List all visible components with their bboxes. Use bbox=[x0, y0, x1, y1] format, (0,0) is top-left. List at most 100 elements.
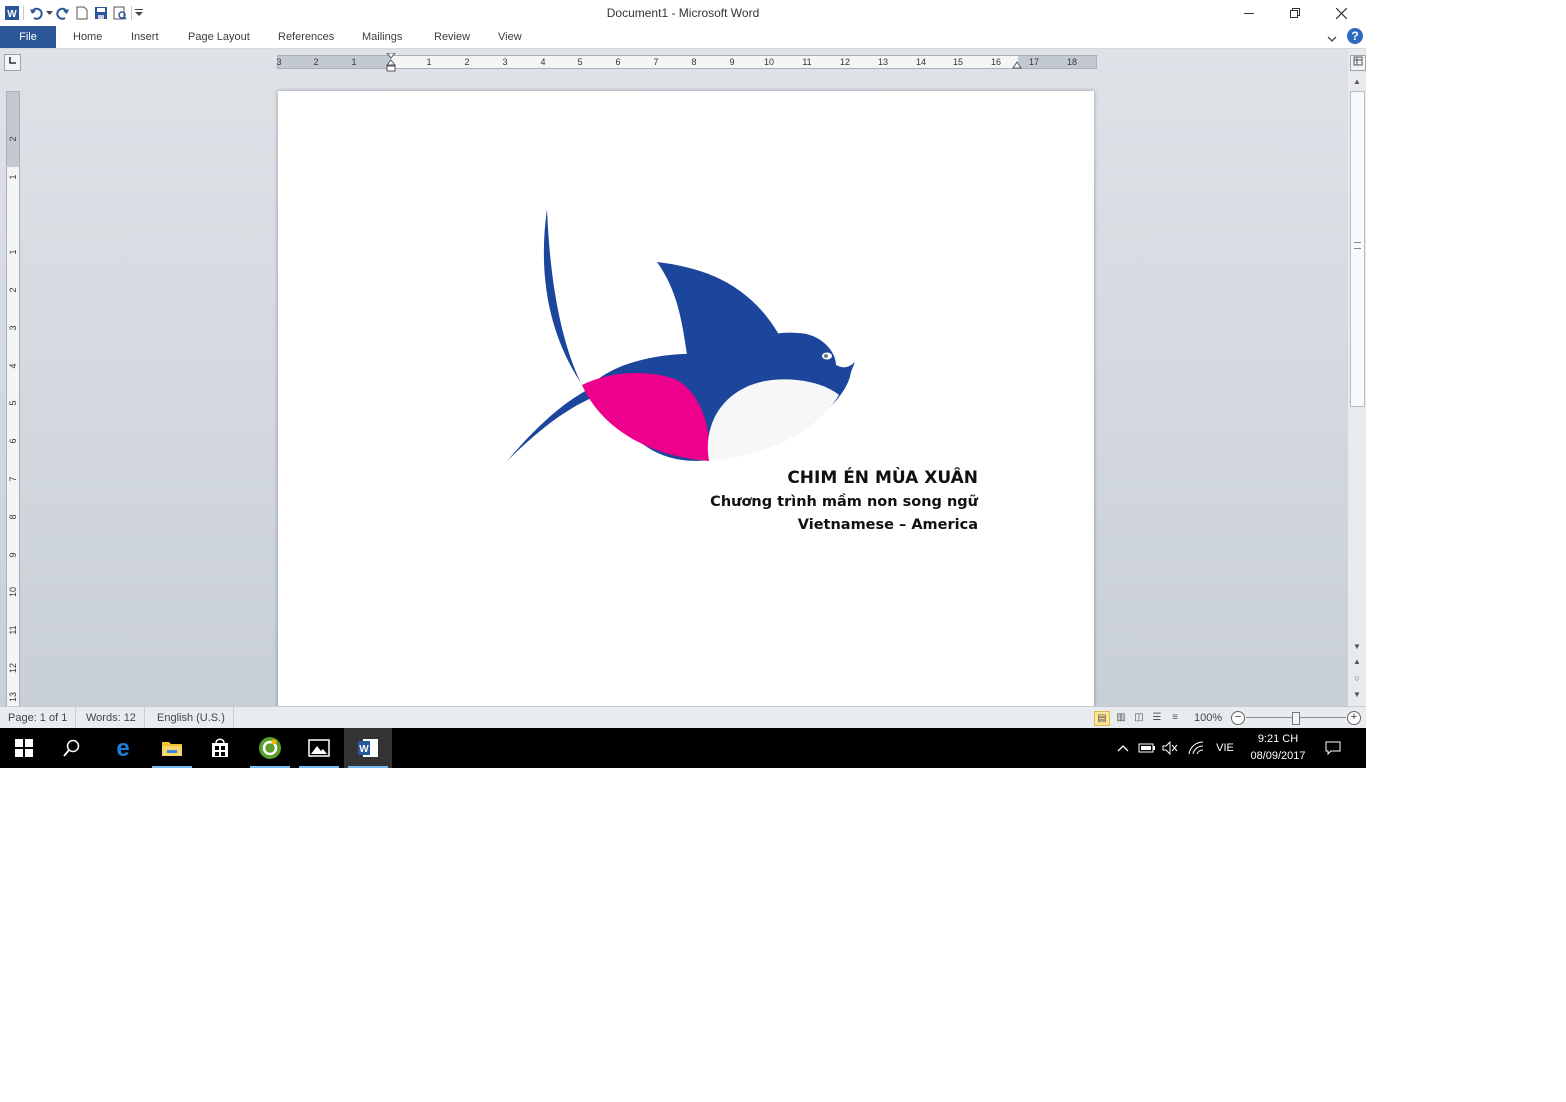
web-layout-icon[interactable]: ◫ bbox=[1132, 711, 1146, 724]
ruler-label: 18 bbox=[1066, 57, 1078, 67]
svg-text:e: e bbox=[116, 737, 129, 759]
zoom-out-icon[interactable]: − bbox=[1231, 711, 1245, 725]
full-screen-reading-icon[interactable]: ▥ bbox=[1114, 711, 1128, 724]
store-icon[interactable] bbox=[196, 728, 244, 768]
print-layout-icon[interactable]: ▤ bbox=[1094, 711, 1110, 726]
tab-mailings[interactable]: Mailings bbox=[362, 26, 402, 48]
minimize-button[interactable] bbox=[1226, 0, 1272, 26]
ruler-label: 1 bbox=[351, 57, 357, 67]
ruler-label: 13 bbox=[877, 57, 889, 67]
ruler-label: 16 bbox=[990, 57, 1002, 67]
doc-title-line[interactable]: CHIM ÉN MÙA XUÂN bbox=[787, 468, 978, 488]
wifi-icon[interactable] bbox=[1185, 728, 1207, 768]
logo-wing bbox=[657, 262, 782, 367]
zoom-level[interactable]: 100% bbox=[1194, 707, 1222, 729]
horizontal-ruler[interactable]: 3 2 1 1 2 3 4 5 6 7 8 9 10 11 12 13 14 1… bbox=[276, 52, 1097, 72]
clock-time: 9:21 CH bbox=[1257, 733, 1299, 745]
tab-selector-icon[interactable] bbox=[4, 54, 21, 71]
document-page[interactable]: CHIM ÉN MÙA XUÂN Chương trình mầm non so… bbox=[278, 91, 1094, 711]
restore-button[interactable] bbox=[1272, 0, 1318, 26]
zoom-slider-thumb[interactable] bbox=[1292, 712, 1300, 725]
show-hidden-icons-icon[interactable] bbox=[1114, 728, 1132, 768]
volume-muted-icon[interactable] bbox=[1160, 728, 1180, 768]
ribbon-tabs: File Home Insert Page Layout References … bbox=[0, 26, 1366, 49]
edge-icon[interactable]: e bbox=[99, 728, 147, 768]
doc-subtitle-line[interactable]: Chương trình mầm non song ngữ bbox=[710, 494, 978, 510]
scroll-down-icon[interactable]: ▼ bbox=[1348, 642, 1366, 651]
ruler-label: 3 bbox=[276, 57, 282, 67]
ruler-label: 8 bbox=[8, 514, 18, 520]
ruler-label: 1 bbox=[426, 57, 432, 67]
document-workarea: 3 2 1 1 2 3 4 5 6 7 8 9 10 11 12 13 14 1… bbox=[0, 49, 1366, 740]
ruler-label: 3 bbox=[502, 57, 508, 67]
ruler-label: 3 bbox=[8, 325, 18, 331]
scroll-thumb[interactable] bbox=[1350, 91, 1365, 407]
taskbar: e W VIE 9:21 CH 08/09/2017 bbox=[0, 728, 1366, 768]
tab-view[interactable]: View bbox=[498, 26, 522, 48]
action-center-icon[interactable] bbox=[1320, 728, 1346, 768]
previous-page-icon[interactable]: ▲ bbox=[1348, 657, 1366, 666]
tab-insert[interactable]: Insert bbox=[131, 26, 159, 48]
ruler-top-margin bbox=[7, 92, 19, 167]
expand-ribbon-icon[interactable] bbox=[1327, 31, 1337, 49]
ruler-label: 1 bbox=[8, 174, 18, 180]
coccoc-icon[interactable] bbox=[246, 728, 294, 768]
view-ruler-icon[interactable] bbox=[1350, 55, 1366, 71]
ruler-label: 6 bbox=[8, 438, 18, 444]
ruler-label: 11 bbox=[802, 57, 812, 67]
outline-icon[interactable]: ☰ bbox=[1150, 711, 1164, 724]
vertical-ruler[interactable]: 2 1 1 2 3 4 5 6 7 8 9 10 11 12 13 14 bbox=[6, 91, 20, 740]
doc-tagline[interactable]: Vietnamese – America bbox=[798, 517, 978, 533]
language-indicator[interactable]: English (U.S.) bbox=[149, 707, 234, 729]
ruler-label: 10 bbox=[763, 57, 775, 67]
word-icon[interactable]: W bbox=[344, 728, 392, 768]
tab-home[interactable]: Home bbox=[73, 26, 102, 48]
ruler-left-margin bbox=[278, 56, 391, 68]
scroll-up-icon[interactable]: ▲ bbox=[1348, 77, 1366, 86]
minimize-icon bbox=[1244, 13, 1254, 14]
ruler-label: 7 bbox=[8, 476, 18, 482]
vertical-scrollbar[interactable]: ▲ ▼ ▲ ○ ▼ bbox=[1348, 49, 1366, 706]
word-count[interactable]: Words: 12 bbox=[78, 707, 145, 729]
close-icon bbox=[1335, 7, 1347, 19]
ruler-label: 12 bbox=[839, 57, 851, 67]
clock[interactable]: 9:21 CH 08/09/2017 bbox=[1242, 731, 1314, 765]
browse-object-icon[interactable]: ○ bbox=[1348, 673, 1366, 683]
tab-references[interactable]: References bbox=[278, 26, 334, 48]
ruler-label: 9 bbox=[8, 552, 18, 558]
ruler-label: 4 bbox=[8, 363, 18, 369]
draft-icon[interactable]: ≡ bbox=[1168, 711, 1182, 724]
start-icon[interactable] bbox=[0, 728, 48, 768]
screen: W Document1 - Microsoft Word File Home I… bbox=[0, 0, 1366, 768]
ruler-label: 1 bbox=[8, 249, 18, 255]
search-icon[interactable] bbox=[48, 728, 96, 768]
indent-marker-icon[interactable] bbox=[385, 52, 397, 78]
input-language[interactable]: VIE bbox=[1210, 728, 1240, 768]
zoom-in-icon[interactable]: + bbox=[1347, 711, 1361, 725]
ruler-label: 2 bbox=[8, 136, 18, 142]
photos-icon[interactable] bbox=[295, 728, 343, 768]
right-indent-marker-icon[interactable] bbox=[1012, 56, 1022, 74]
window-title: Document1 - Microsoft Word bbox=[606, 6, 760, 20]
ruler-label: 14 bbox=[915, 57, 927, 67]
ruler-label: 6 bbox=[615, 57, 621, 67]
help-icon[interactable]: ? bbox=[1347, 28, 1363, 44]
battery-icon[interactable] bbox=[1136, 728, 1158, 768]
ruler-label: 7 bbox=[653, 57, 659, 67]
file-explorer-icon[interactable] bbox=[148, 728, 196, 768]
clock-date: 08/09/2017 bbox=[1250, 750, 1306, 762]
tab-page-layout[interactable]: Page Layout bbox=[188, 26, 250, 48]
svg-text:W: W bbox=[359, 744, 369, 755]
page-count[interactable]: Page: 1 of 1 bbox=[0, 707, 77, 729]
ruler-label: 4 bbox=[540, 57, 546, 67]
title-bar: W Document1 - Microsoft Word bbox=[0, 0, 1366, 26]
ruler-label: 5 bbox=[8, 400, 18, 406]
tab-review[interactable]: Review bbox=[434, 26, 470, 48]
tab-file[interactable]: File bbox=[0, 26, 56, 48]
ruler-label: 13 bbox=[8, 692, 18, 703]
swallow-logo bbox=[507, 209, 855, 461]
ruler-label: 15 bbox=[952, 57, 964, 67]
ruler-label: 17 bbox=[1028, 57, 1040, 67]
close-button[interactable] bbox=[1318, 0, 1364, 26]
next-page-icon[interactable]: ▼ bbox=[1348, 690, 1366, 699]
